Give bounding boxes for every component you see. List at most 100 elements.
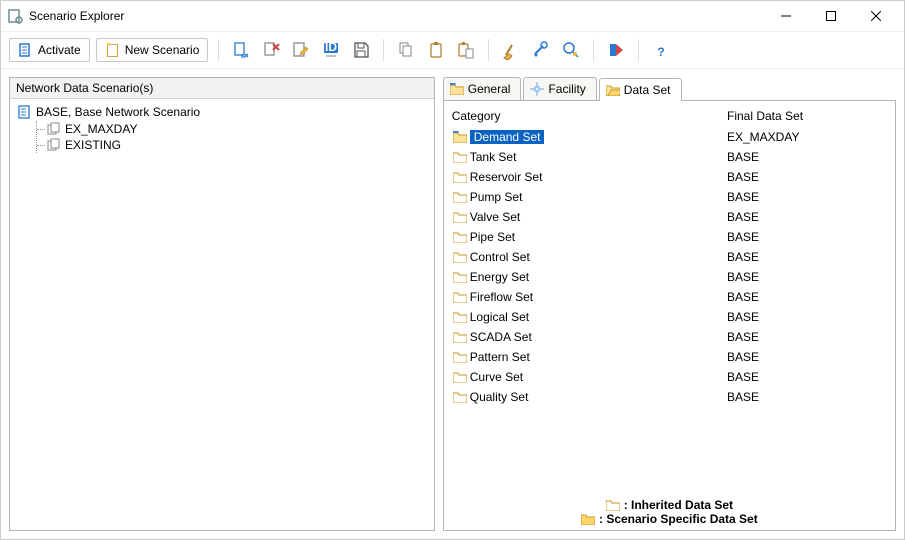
dataset-row-category: Demand Set [470,130,545,144]
dataset-row[interactable]: Reservoir SetBASE [452,167,887,187]
inherited-folder-icon [452,289,468,305]
delete-button[interactable] [259,38,283,62]
dataset-row[interactable]: Control SetBASE [452,247,887,267]
svg-text:?: ? [658,45,665,59]
dataset-row[interactable]: Pipe Set BASE [452,227,887,247]
dataset-row[interactable]: Valve SetBASE [452,207,887,227]
legend-inherited: : Inherited Data Set [624,498,733,512]
col-category: Category [452,109,727,123]
toolbar-separator [593,39,594,61]
dataset-row-value: BASE [727,270,887,284]
tab-general[interactable]: General [443,77,522,100]
dataset-row[interactable]: Logical Set BASE [452,307,887,327]
save-button[interactable] [349,38,373,62]
legend-specific: : Scenario Specific Data Set [599,512,758,526]
inherited-folder-icon [452,169,468,185]
child-scenario-icon [47,138,61,152]
legend: : Inherited Data Set : Scenario Specific… [452,494,887,526]
col-final: Final Data Set [727,109,887,123]
dataset-row[interactable]: Pump Set BASE [452,187,887,207]
toolbar-separator [488,39,489,61]
settings-button[interactable] [529,38,553,62]
edit-button[interactable] [289,38,313,62]
tree-item-label: EXISTING [65,138,121,152]
search-button[interactable] [559,38,583,62]
dataset-row-category: Pattern Set [470,350,530,364]
inherited-folder-icon [452,249,468,265]
tree-root-label: BASE, Base Network Scenario [36,105,200,119]
dataset-row[interactable]: Demand SetEX_MAXDAY [452,127,887,147]
toolbar-separator [383,39,384,61]
scenario-icon [18,105,32,119]
dataset-row-value: BASE [727,250,887,264]
scenario-tree[interactable]: BASE, Base Network Scenario EX_MAXDAY EX… [10,99,434,530]
help-button[interactable]: ? [649,38,673,62]
dataset-row[interactable]: SCADA Set BASE [452,327,887,347]
close-button[interactable] [853,1,898,31]
toolbar-separator [218,39,219,61]
scenario-explorer-window: Scenario Explorer Activate New Scenari [0,0,905,540]
content-area: Network Data Scenario(s) BASE, Base Netw… [1,69,904,539]
new-scenario-button[interactable]: New Scenario [96,38,209,62]
clipboard-button[interactable] [424,38,448,62]
dataset-row-category: Energy Set [470,270,529,284]
dataset-row-category: Reservoir Set [470,170,543,184]
dataset-row[interactable]: Pattern Set BASE [452,347,887,367]
dataset-row-category: Quality Set [470,390,529,404]
inherited-folder-icon [452,329,468,345]
activate-icon [18,42,34,58]
import-button[interactable] [229,38,253,62]
inherited-folder-icon [452,369,468,385]
toolbar: Activate New Scenario ID [1,31,904,69]
dataset-row[interactable]: Fireflow Set BASE [452,287,887,307]
dataset-row[interactable]: Energy Set BASE [452,267,887,287]
copy-button[interactable] [394,38,418,62]
clean-button[interactable] [499,38,523,62]
tree-item[interactable]: EX_MAXDAY [47,121,426,137]
specific-folder-icon [581,512,595,526]
dataset-row-value: BASE [727,230,887,244]
dataset-table-header: Category Final Data Set [452,107,887,127]
inherited-folder-icon [452,209,468,225]
run-button[interactable] [604,38,628,62]
dataset-row-category: Valve Set [470,210,520,224]
child-scenario-icon [47,122,61,136]
dataset-row-category: Pump Set [470,190,523,204]
dataset-row-category: Logical Set [470,310,529,324]
tree-root[interactable]: BASE, Base Network Scenario [18,105,426,119]
toolbar-separator [638,39,639,61]
inherited-folder-icon [452,389,468,405]
dataset-row-category: Pipe Set [470,230,515,244]
dataset-row-value: BASE [727,190,887,204]
activate-button[interactable]: Activate [9,38,90,62]
id-button[interactable]: ID [319,38,343,62]
dataset-row[interactable]: Tank SetBASE [452,147,887,167]
dataset-row-value: BASE [727,370,887,384]
paste-button[interactable] [454,38,478,62]
dataset-row-category: SCADA Set [470,330,532,344]
maximize-button[interactable] [808,1,853,31]
inherited-folder-icon [452,349,468,365]
minimize-button[interactable] [763,1,808,31]
dataset-row-category: Fireflow Set [470,290,533,304]
dataset-table-rows: Demand SetEX_MAXDAYTank SetBASEReservoir… [452,127,887,494]
dataset-row[interactable]: Quality SetBASE [452,387,887,407]
activate-label: Activate [38,43,81,57]
tab-facility[interactable]: Facility [523,77,596,100]
inherited-folder-icon [452,229,468,245]
dataset-row-value: BASE [727,310,887,324]
tree-item[interactable]: EXISTING [47,137,426,153]
inherited-folder-icon [452,149,468,165]
dataset-row-value: BASE [727,290,887,304]
tab-dataset-label: Data Set [624,83,671,97]
window-controls [763,1,898,31]
window-title: Scenario Explorer [29,9,763,23]
dataset-row-category: Tank Set [470,150,517,164]
inherited-folder-icon [452,189,468,205]
dataset-row-value: BASE [727,350,887,364]
dataset-row[interactable]: Curve Set BASE [452,367,887,387]
tab-dataset[interactable]: Data Set [599,78,682,101]
inherited-folder-icon [606,498,620,512]
dataset-row-value: BASE [727,330,887,344]
dataset-row-category: Curve Set [470,370,523,384]
